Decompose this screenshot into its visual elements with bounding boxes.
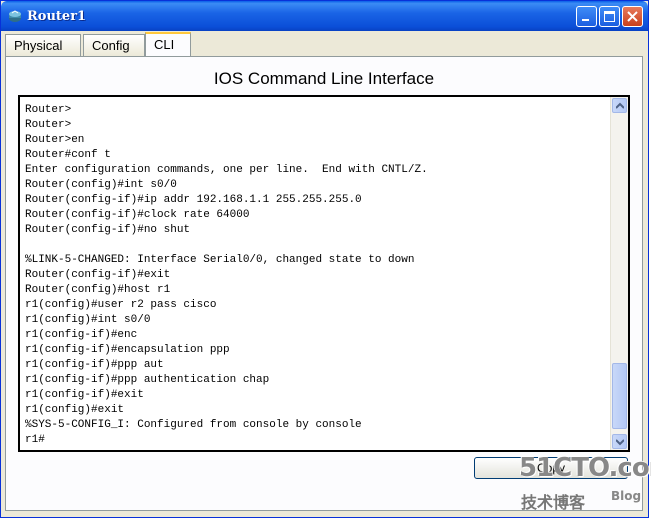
- console-line: r1(config)#exit: [25, 404, 125, 416]
- console-line: r1#: [25, 434, 45, 446]
- console-line: %SYS-5-CONFIG_I: Configured from console…: [25, 419, 362, 431]
- maximize-icon: [604, 11, 615, 22]
- console-line: Router>: [25, 104, 72, 116]
- watermark-logo: 51CTO.com 技术博客 Blog: [519, 453, 651, 513]
- scroll-up-button[interactable]: [612, 98, 627, 113]
- console-line: Router(config)#int s0/0: [25, 179, 177, 191]
- tab-config[interactable]: Config: [83, 34, 145, 56]
- close-button[interactable]: [622, 6, 643, 27]
- console-line: %LINK-5-CHANGED: Interface Serial0/0, ch…: [25, 254, 415, 266]
- title-bar[interactable]: Router1: [1, 1, 648, 31]
- console-line: r1(config-if)#ppp aut: [25, 359, 164, 371]
- console-line: r1(config)#user r2 pass cisco: [25, 299, 217, 311]
- console-line: Router(config)#host r1: [25, 284, 171, 296]
- tab-cli[interactable]: CLI: [145, 32, 191, 57]
- console-line: r1(config)#int s0/0: [25, 314, 151, 326]
- cli-panel: IOS Command Line Interface Router> Router…: [5, 56, 643, 511]
- watermark-blog-text: Blog: [611, 489, 642, 503]
- scroll-down-arrow-icon: [616, 439, 624, 446]
- console-line: r1(config-if)#ppp authentication chap: [25, 374, 270, 386]
- console-line: Router>en: [25, 134, 85, 146]
- console-output[interactable]: Router> Router> Router>en Router#conf t Ente…: [25, 103, 605, 448]
- panel-title: IOS Command Line Interface: [213, 69, 435, 88]
- console-line: Enter configuration commands, one per li…: [25, 164, 428, 176]
- minimize-button[interactable]: [576, 6, 597, 27]
- console-line: Router(config-if)#no shut: [25, 224, 191, 236]
- close-icon: [627, 11, 638, 22]
- scrollbar-thumb[interactable]: [612, 363, 627, 429]
- watermark-sub-text: 技术博客: [521, 493, 586, 512]
- console-line: Router(config-if)#ip addr 192.168.1.1 25…: [25, 194, 362, 206]
- router-window: Router1 Physical Config CLI IOS Command …: [0, 0, 651, 518]
- tab-bar: Physical Config CLI: [5, 32, 644, 57]
- window-title: Router1: [27, 9, 87, 24]
- console-line: Router(config-if)#clock rate 64000: [25, 209, 250, 221]
- scroll-up-arrow-icon: [616, 102, 624, 109]
- console-line: Router(config-if)#exit: [25, 269, 171, 281]
- cli-console[interactable]: Router> Router> Router>en Router#conf t Ente…: [18, 95, 630, 452]
- console-line: r1(config-if)#enc: [25, 329, 138, 341]
- tab-physical[interactable]: Physical: [5, 34, 81, 56]
- scroll-down-button[interactable]: [612, 434, 627, 449]
- minimize-icon: [582, 19, 589, 21]
- watermark-main-text: 51CTO.com: [519, 453, 651, 483]
- router-app-icon: [7, 8, 23, 24]
- console-line: r1(config-if)#encapsulation ppp: [25, 344, 230, 356]
- maximize-button[interactable]: [599, 6, 620, 27]
- console-line: r1(config-if)#exit: [25, 389, 144, 401]
- vertical-scrollbar[interactable]: [610, 97, 628, 450]
- console-line: Router>: [25, 119, 72, 131]
- console-line: Router#conf t: [25, 149, 111, 161]
